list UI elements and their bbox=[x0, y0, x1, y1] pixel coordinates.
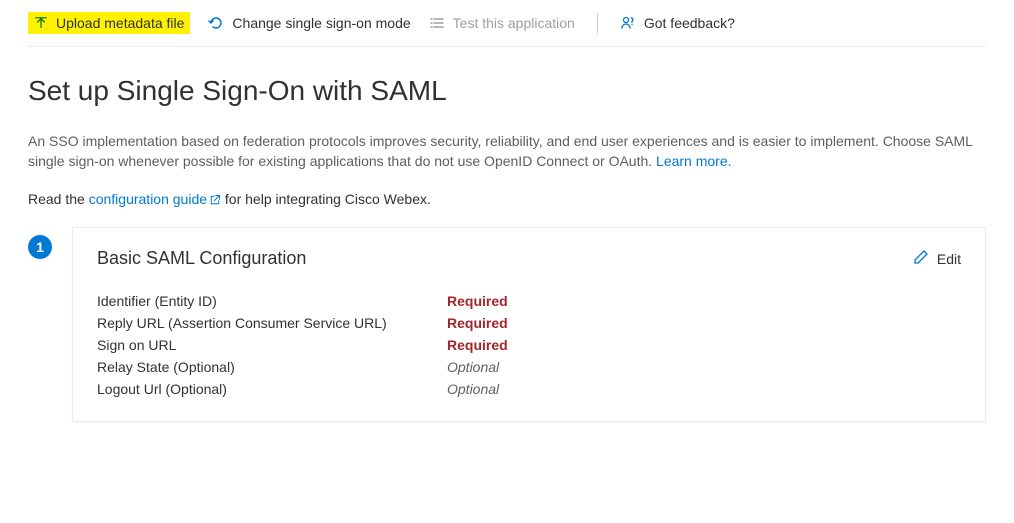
configuration-guide-link[interactable]: configuration guide bbox=[89, 191, 221, 207]
config-value: Required bbox=[447, 293, 961, 309]
step-row: 1 Basic SAML Configuration Edit Identifi… bbox=[28, 227, 986, 422]
edit-label: Edit bbox=[937, 251, 961, 267]
upload-metadata-button[interactable]: Upload metadata file bbox=[28, 12, 190, 34]
test-application-label: Test this application bbox=[453, 15, 575, 31]
checklist-icon bbox=[429, 15, 445, 31]
feedback-icon bbox=[620, 15, 636, 31]
card-header: Basic SAML Configuration Edit bbox=[97, 248, 961, 269]
guide-after: for help integrating Cisco Webex. bbox=[221, 191, 431, 207]
config-value: Required bbox=[447, 337, 961, 353]
config-value: Required bbox=[447, 315, 961, 331]
config-label: Logout Url (Optional) bbox=[97, 381, 437, 397]
undo-icon bbox=[208, 15, 224, 31]
upload-metadata-label: Upload metadata file bbox=[56, 15, 184, 31]
feedback-button[interactable]: Got feedback? bbox=[620, 15, 735, 31]
configuration-guide-link-text: configuration guide bbox=[89, 191, 207, 207]
step-badge: 1 bbox=[28, 235, 52, 259]
config-label: Relay State (Optional) bbox=[97, 359, 437, 375]
config-value: Optional bbox=[447, 359, 961, 375]
pencil-icon bbox=[913, 249, 929, 268]
config-label: Identifier (Entity ID) bbox=[97, 293, 437, 309]
config-list: Identifier (Entity ID) Required Reply UR… bbox=[97, 293, 961, 397]
config-label: Sign on URL bbox=[97, 337, 437, 353]
edit-button[interactable]: Edit bbox=[913, 249, 961, 268]
toolbar-divider bbox=[597, 13, 598, 33]
card-title: Basic SAML Configuration bbox=[97, 248, 306, 269]
change-mode-label: Change single sign-on mode bbox=[232, 15, 410, 31]
intro-body: An SSO implementation based on federatio… bbox=[28, 133, 972, 169]
external-link-icon bbox=[209, 194, 221, 206]
upload-icon bbox=[34, 16, 48, 30]
learn-more-link[interactable]: Learn more. bbox=[656, 153, 731, 169]
saml-config-card: Basic SAML Configuration Edit Identifier… bbox=[72, 227, 986, 422]
guide-before: Read the bbox=[28, 191, 89, 207]
feedback-label: Got feedback? bbox=[644, 15, 735, 31]
test-application-button: Test this application bbox=[429, 15, 575, 31]
guide-text: Read the configuration guide for help in… bbox=[28, 191, 986, 207]
change-mode-button[interactable]: Change single sign-on mode bbox=[208, 15, 410, 31]
config-value: Optional bbox=[447, 381, 961, 397]
config-label: Reply URL (Assertion Consumer Service UR… bbox=[97, 315, 437, 331]
intro-text: An SSO implementation based on federatio… bbox=[28, 131, 986, 171]
toolbar: Upload metadata file Change single sign-… bbox=[28, 0, 986, 47]
page-title: Set up Single Sign-On with SAML bbox=[28, 75, 986, 107]
